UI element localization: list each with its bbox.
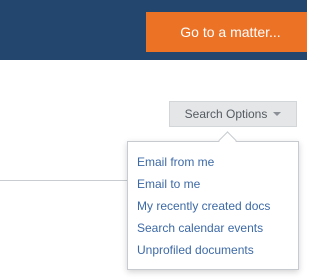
divider (0, 180, 128, 181)
search-options-label: Search Options (184, 107, 268, 121)
menu-item-recently-created-docs[interactable]: My recently created docs (128, 195, 298, 217)
caret-down-icon (273, 112, 282, 116)
go-to-matter-button[interactable]: Go to a matter... (146, 12, 307, 52)
top-header-bar: Go to a matter... (0, 0, 307, 60)
search-options-button[interactable]: Search Options (169, 101, 297, 127)
menu-item-email-from-me[interactable]: Email from me (128, 151, 298, 173)
menu-item-search-calendar-events[interactable]: Search calendar events (128, 217, 298, 239)
search-options-menu: Email from me Email to me My recently cr… (127, 141, 299, 270)
menu-item-email-to-me[interactable]: Email to me (128, 173, 298, 195)
menu-item-unprofiled-documents[interactable]: Unprofiled documents (128, 239, 298, 261)
